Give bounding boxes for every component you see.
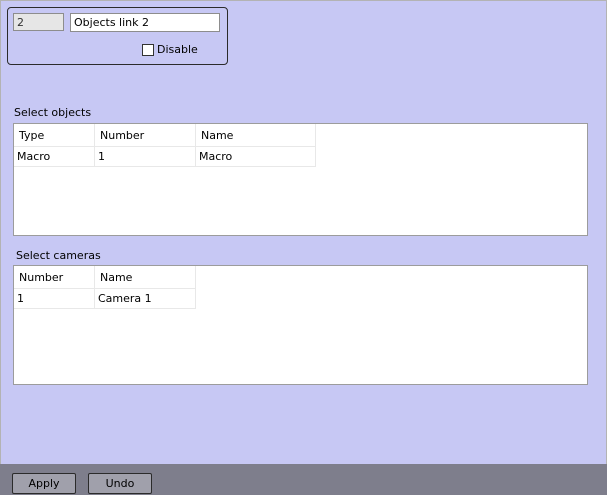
- object-name-field[interactable]: Objects link 2: [70, 13, 220, 32]
- disable-row[interactable]: Disable: [142, 43, 198, 56]
- table-cell-name: Macro: [195, 146, 316, 167]
- objects-grid-header-row: Type Number Name: [14, 124, 316, 147]
- column-header-name[interactable]: Name: [195, 124, 316, 147]
- cameras-grid-header-row: Number Name: [14, 266, 196, 289]
- table-cell-number: 1: [14, 288, 95, 309]
- disable-label: Disable: [157, 43, 198, 56]
- column-header-type[interactable]: Type: [14, 124, 95, 147]
- column-header-name[interactable]: Name: [94, 266, 196, 289]
- settings-panel: [0, 0, 607, 495]
- object-id-field[interactable]: 2: [13, 13, 64, 31]
- table-cell-type: Macro: [14, 146, 95, 167]
- table-cell-number: 1: [94, 146, 196, 167]
- cameras-grid[interactable]: Number Name 1 Camera 1: [13, 265, 588, 385]
- objects-grid[interactable]: Type Number Name Macro 1 Macro: [13, 123, 588, 236]
- table-row[interactable]: Macro 1 Macro: [14, 146, 316, 167]
- table-row[interactable]: 1 Camera 1: [14, 288, 196, 309]
- footer-bar: Apply Undo: [0, 464, 607, 495]
- select-cameras-label: Select cameras: [16, 249, 101, 262]
- column-header-number[interactable]: Number: [14, 266, 95, 289]
- select-objects-label: Select objects: [14, 106, 92, 119]
- column-header-number[interactable]: Number: [94, 124, 196, 147]
- undo-button[interactable]: Undo: [88, 473, 152, 494]
- apply-button[interactable]: Apply: [12, 473, 76, 494]
- table-cell-name: Camera 1: [94, 288, 196, 309]
- object-header-box: 2 Objects link 2 Disable: [7, 7, 228, 65]
- disable-checkbox[interactable]: [142, 43, 154, 56]
